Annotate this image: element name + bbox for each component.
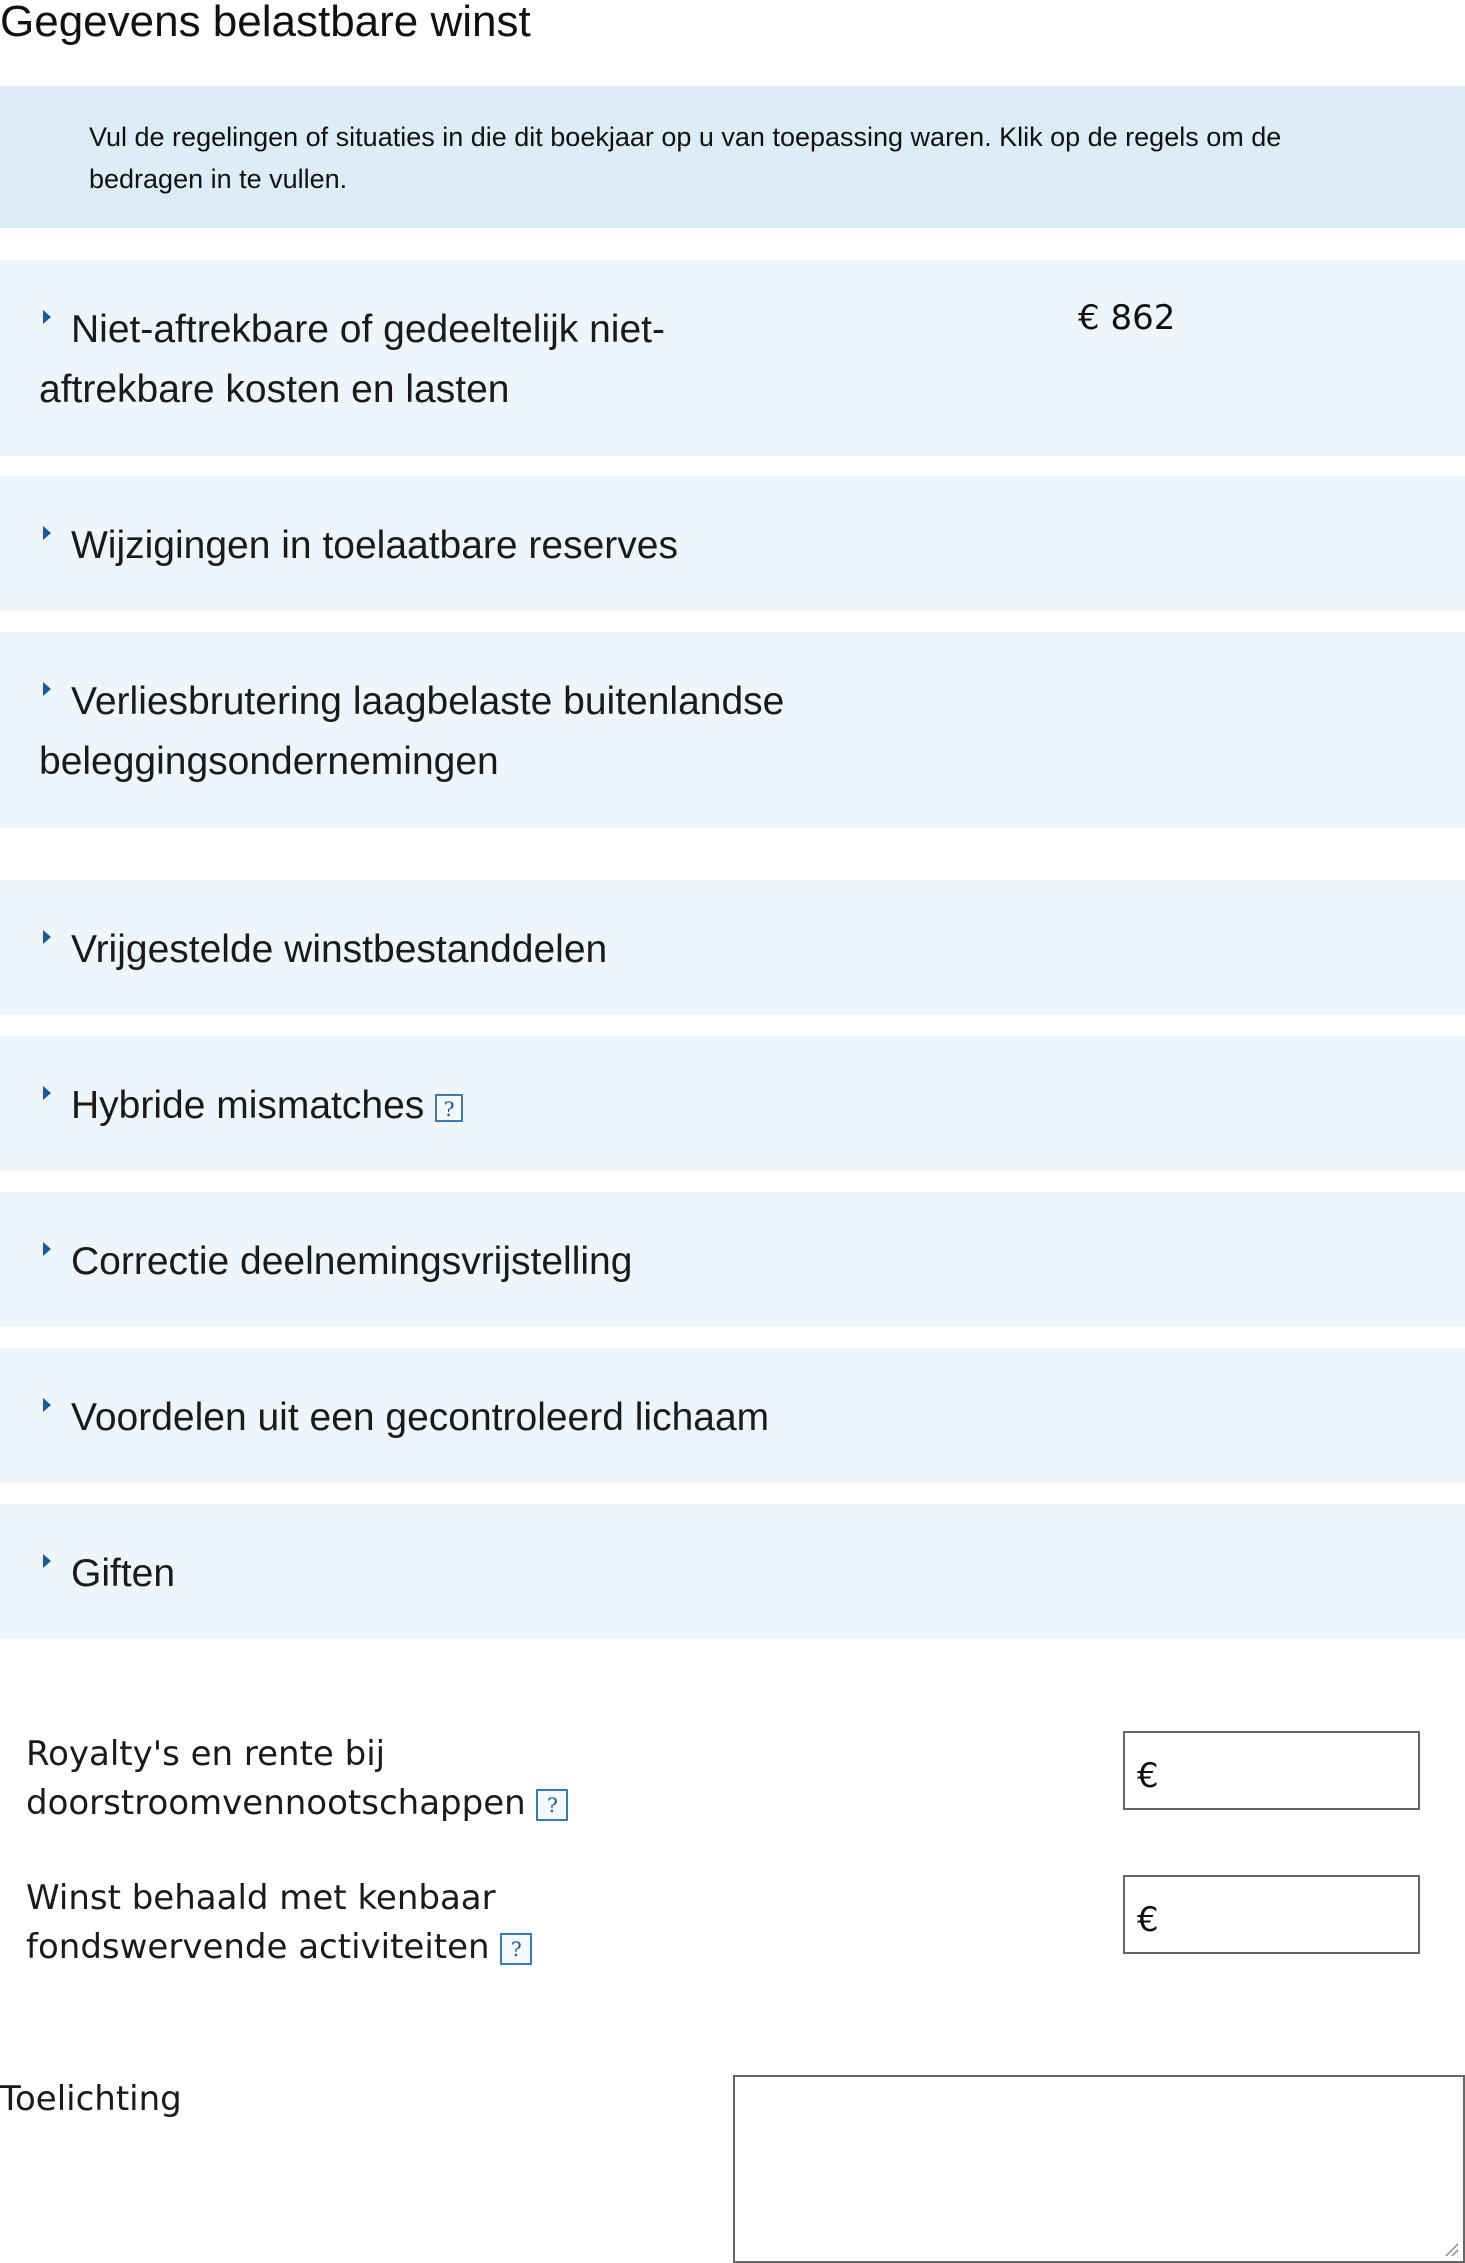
toelichting-textarea[interactable]: [733, 2075, 1465, 2263]
section-correctie-deelnemingsvrijstelling[interactable]: Correctie deelnemingsvrijstelling: [0, 1192, 1465, 1327]
section-label: Voordelen uit een gecontroleerd lichaam: [71, 1396, 770, 1439]
fondswerving-label: Winst behaald met kenbaar fondswervende …: [26, 1874, 626, 1972]
section-verliesbrutering[interactable]: Verliesbrutering laagbelaste buitenlands…: [0, 632, 1465, 828]
fondswerving-amount-field[interactable]: €: [1123, 1875, 1420, 1954]
resize-grip-icon[interactable]: [1442, 2240, 1460, 2258]
section-gecontroleerd-lichaam[interactable]: Voordelen uit een gecontroleerd lichaam: [0, 1348, 1465, 1483]
royalty-amount-input[interactable]: [1175, 1741, 1414, 1803]
help-icon[interactable]: ?: [536, 1788, 569, 1821]
section-label: Vrijgestelde winstbestanddelen: [71, 928, 608, 971]
section-toelaatbare-reserves[interactable]: Wijzigingen in toelaatbare reserves: [0, 476, 1465, 611]
section-label: Hybride mismatches ?: [39, 1076, 839, 1136]
help-icon[interactable]: ?: [500, 1932, 533, 1965]
section-label-text: Hybride mismatches: [71, 1084, 425, 1127]
page-title: Gegevens belastbare winst: [0, 0, 531, 46]
help-icon[interactable]: ?: [435, 1093, 464, 1122]
section-label: Wijzigingen in toelaatbare reserves: [71, 524, 678, 567]
section-label: Correctie deelnemingsvrijstelling: [71, 1240, 633, 1283]
section-giften[interactable]: Giften: [0, 1504, 1465, 1639]
section-label: Giften: [71, 1552, 176, 1595]
royalty-label: Royalty's en rente bij doorstroomvennoot…: [26, 1730, 626, 1828]
section-label: Verliesbrutering laagbelaste buitenlands…: [39, 680, 785, 783]
royalty-amount-field[interactable]: €: [1123, 1731, 1420, 1810]
fondswerving-amount-input[interactable]: [1175, 1885, 1414, 1947]
section-amount: € 862: [1078, 298, 1176, 338]
fondswerving-label-text: Winst behaald met kenbaar fondswervende …: [26, 1878, 496, 1967]
section-vrijgestelde-winstbestanddelen[interactable]: Vrijgestelde winstbestanddelen: [0, 880, 1465, 1015]
intro-info-box: Vul de regelingen of situaties in die di…: [0, 86, 1465, 228]
toelichting-label: Toelichting: [0, 2079, 182, 2119]
euro-symbol: €: [1137, 1900, 1159, 1940]
intro-text: Vul de regelingen of situaties in die di…: [89, 122, 1282, 194]
euro-symbol: €: [1137, 1756, 1159, 1796]
section-label: Niet-aftrekbare of gedeeltelijk niet-aft…: [39, 308, 665, 411]
section-hybride-mismatches[interactable]: Hybride mismatches ?: [0, 1036, 1465, 1171]
royalty-label-text: Royalty's en rente bij doorstroomvennoot…: [26, 1734, 526, 1823]
section-niet-aftrekbare-kosten[interactable]: Niet-aftrekbare of gedeeltelijk niet-aft…: [0, 260, 1465, 456]
